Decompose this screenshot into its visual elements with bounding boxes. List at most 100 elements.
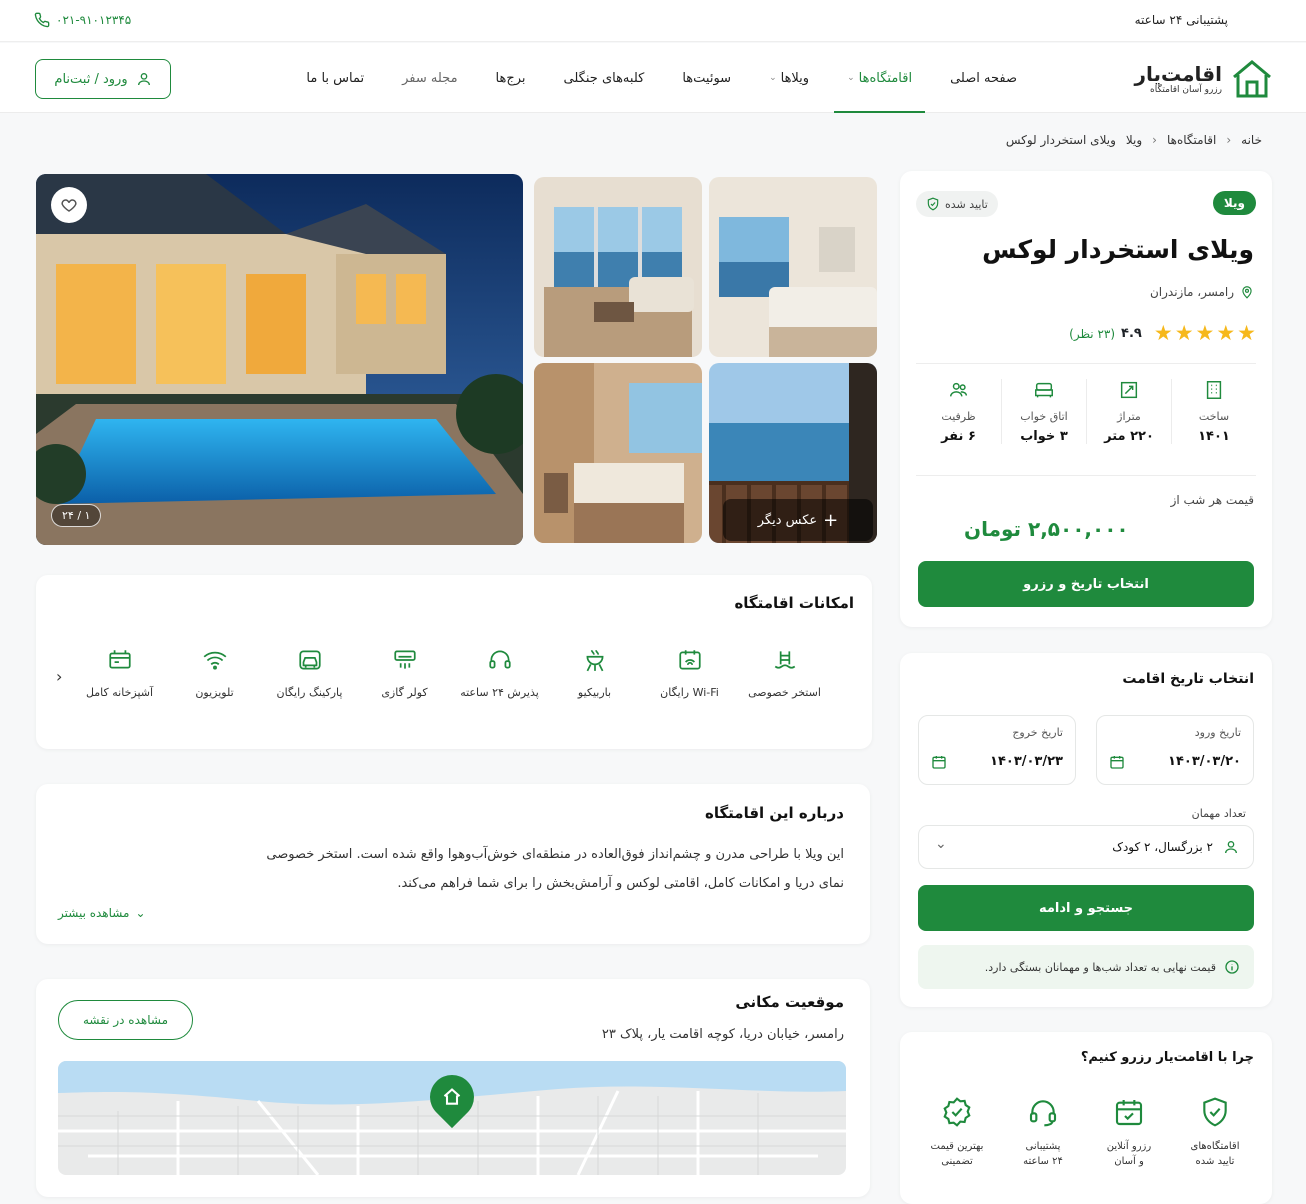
nav-suites[interactable]: سوئیت‌ها — [663, 43, 750, 113]
user-icon — [137, 73, 150, 86]
property-title: ویلای استخردار لوکس — [982, 235, 1254, 264]
star-icon: ★ — [1216, 321, 1236, 345]
user-icon — [1225, 841, 1237, 854]
verified-badge: تایید شده — [916, 191, 998, 217]
why-card: چرا با اقامت‌یار رزرو کنیم؟ اقامتگاه‌های… — [900, 1032, 1272, 1204]
crumb-current: ویلای استخردار لوکس — [1005, 133, 1116, 147]
why-item: بهترین قیمت تضمینی — [914, 1096, 1000, 1169]
about-line: این ویلا با طراحی مدرن و چشم‌انداز فوق‌ا… — [266, 847, 844, 862]
crumb-home[interactable]: خانه — [1241, 133, 1262, 147]
star-icon: ★ — [1195, 321, 1215, 345]
booking-title: انتخاب تاریخ اقامت — [1122, 671, 1254, 687]
map[interactable] — [58, 1061, 846, 1175]
living-room-photo — [534, 177, 702, 357]
amenity-item: Wi-Fi رایگان — [642, 647, 737, 699]
amenity-label: استخر خصوصی — [748, 686, 821, 699]
bbq-icon — [586, 650, 603, 672]
checkin-value: ۱۴۰۳/۰۳/۲۰ — [1168, 754, 1241, 769]
nav-accommodations[interactable]: اقامتگاه‌ها ⌄ — [828, 43, 931, 113]
scroll-left-arrow[interactable]: ‹ — [56, 667, 62, 686]
reserve-button[interactable]: انتخاب تاریخ و رزرو — [918, 561, 1254, 607]
location-address: رامسر، خیابان دریا، کوچه اقامت یار، پلاک… — [601, 1027, 844, 1042]
phone-link[interactable]: ۰۲۱-۹۱۰۱۲۳۴۵ — [34, 12, 131, 28]
star-icon: ★ — [1174, 321, 1194, 345]
spec-value: ۲۲۰ متر — [1104, 429, 1154, 444]
logo[interactable]: اقامت‌یار رزرو آسان اقامتگاه — [1134, 57, 1274, 101]
price-value: ۲,۵۰۰,۰۰۰ تومان — [964, 517, 1129, 541]
show-more-link[interactable]: ⌄ مشاهده بیشتر — [58, 906, 146, 920]
star-icon: ★ — [1153, 321, 1173, 345]
nav-towers[interactable]: برج‌ها — [477, 43, 545, 113]
location-title: موقعیت مکانی — [735, 993, 844, 1011]
nav-magazine-label: مجله سفر — [402, 70, 458, 86]
why-item: رزرو آنلاین و آسان — [1086, 1096, 1172, 1169]
checkout-field[interactable]: تاریخ خروج ۱۴۰۳/۰۳/۲۳ — [918, 715, 1076, 785]
amenity-label: تلویزیون — [195, 686, 234, 699]
property-type-badge: ویلا — [1212, 191, 1256, 215]
spec-bedrooms: اتاق خواب ۳ خواب — [1001, 379, 1086, 444]
heart-icon — [61, 199, 77, 212]
location-card: موقعیت مکانی رامسر، خیابان دریا، کوچه اق… — [36, 979, 870, 1197]
property-location: رامسر، مازندران — [1150, 285, 1254, 299]
bedroom-photo — [709, 177, 877, 357]
star-rating: ★ ★ ★ ★ ★ — [1154, 323, 1256, 344]
area-icon — [1120, 381, 1138, 399]
pool-icon — [774, 651, 795, 669]
calendar-check-icon — [1115, 1100, 1143, 1126]
view-map-button[interactable]: مشاهده در نقشه — [58, 1000, 193, 1040]
thumb-photo[interactable]: + عکس دیگر — [709, 363, 877, 543]
crumb-villa[interactable]: ویلا — [1126, 133, 1142, 147]
price-note-text: قیمت نهایی به تعداد شب‌ها و مهمانان بستگ… — [984, 960, 1216, 974]
amenity-label: آشپزخانه کامل — [85, 686, 154, 699]
amenity-label: پارکینگ رایگان — [276, 686, 343, 699]
search-continue-button[interactable]: جستجو و ادامه — [918, 885, 1254, 931]
phone-number: ۰۲۱-۹۱۰۱۲۳۴۵ — [56, 13, 132, 27]
nav-villas-label: ویلاها — [780, 70, 810, 86]
calendar-icon — [932, 756, 946, 769]
why-list: اقامتگاه‌های تایید شده رزرو آنلاین و آسان … — [914, 1096, 1258, 1169]
favorite-button[interactable] — [51, 187, 87, 223]
thumb-photo[interactable] — [709, 177, 877, 357]
map-pin-icon — [1242, 286, 1252, 299]
nav-contact[interactable]: تماس با ما — [287, 43, 383, 113]
photo-counter: ۱ / ۲۴ — [51, 504, 102, 527]
checkin-field[interactable]: تاریخ ورود ۱۴۰۳/۰۳/۲۰ — [1096, 715, 1254, 785]
crumb-accommodations[interactable]: اقامتگاه‌ها — [1167, 133, 1216, 147]
booking-card: انتخاب تاریخ اقامت تاریخ ورود ۱۴۰۳/۰۳/۲۰… — [900, 653, 1272, 1007]
thumb-photo[interactable] — [534, 177, 702, 357]
divider — [916, 363, 1256, 364]
guests-select[interactable]: ۲ بزرگسال، ۲ کودک ⌄ — [918, 825, 1254, 869]
chevron-down-icon: ⌄ — [135, 906, 146, 920]
nav-cabins-label: کلبه‌های جنگلی — [563, 70, 645, 86]
parking-icon — [298, 650, 321, 670]
shield-check-icon — [1203, 1097, 1227, 1127]
wifi-box-icon — [678, 650, 701, 670]
thumb-photo[interactable] — [534, 363, 702, 543]
building-icon — [1206, 381, 1222, 399]
spec-value: ۱۴۰۱ — [1198, 429, 1230, 444]
house-logo-icon — [1233, 60, 1271, 98]
nav-home[interactable]: صفحه اصلی — [931, 43, 1036, 113]
main-photo[interactable]: ۱ / ۲۴ — [36, 174, 523, 545]
why-line: اقامتگاه‌های — [1190, 1141, 1240, 1152]
bed-icon — [1035, 382, 1053, 398]
headset-icon — [488, 650, 511, 669]
nav-cabins[interactable]: کلبه‌های جنگلی — [545, 43, 664, 113]
nav-villas[interactable]: ویلاها ⌄ — [750, 43, 828, 113]
login-button[interactable]: ورود / ثبت‌نام — [35, 59, 171, 99]
review-count[interactable]: (۲۳ نظر) — [1069, 327, 1115, 341]
amenity-label: پذیرش ۲۴ ساعته — [460, 686, 539, 699]
main-header: اقامت‌یار رزرو آسان اقامتگاه صفحه اصلی ا… — [0, 43, 1306, 113]
nav-magazine[interactable]: مجله سفر — [383, 43, 476, 113]
headset-icon — [1029, 1100, 1057, 1127]
more-photos-button[interactable]: + عکس دیگر — [723, 499, 873, 541]
star-icon: ★ — [1237, 321, 1256, 345]
price-note: قیمت نهایی به تعداد شب‌ها و مهمانان بستگ… — [918, 945, 1254, 989]
checkout-label: تاریخ خروج — [1012, 726, 1063, 739]
guests-value: ۲ بزرگسال، ۲ کودک — [1112, 840, 1213, 854]
nav-contact-label: تماس با ما — [306, 70, 365, 86]
villa-pool-photo — [36, 174, 523, 545]
why-item: اقامتگاه‌های تایید شده — [1172, 1096, 1258, 1169]
main-nav: صفحه اصلی اقامتگاه‌ها ⌄ ویلاها ⌄ سوئیت‌ها … — [287, 43, 1036, 113]
spec-value: ۳ خواب — [1020, 429, 1068, 444]
